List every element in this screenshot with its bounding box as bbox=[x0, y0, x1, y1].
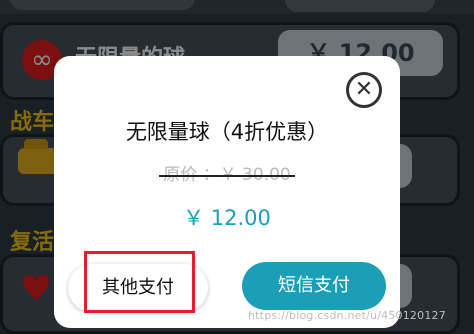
dialog-title: 无限量球（4折优惠） bbox=[125, 120, 329, 144]
discount-price: ￥ 12.00 bbox=[183, 206, 271, 230]
original-price: 原价 ：￥ 30.00 bbox=[54, 160, 400, 185]
close-icon[interactable]: ✕ bbox=[346, 72, 382, 108]
original-price-text: 原价 ：￥ 30.00 bbox=[163, 165, 291, 185]
sms-payment-button[interactable]: 短信支付 bbox=[242, 262, 386, 310]
watermark: https://blog.csdn.net/u/450120127 bbox=[248, 309, 446, 322]
annotation-highlight-box bbox=[84, 251, 195, 313]
